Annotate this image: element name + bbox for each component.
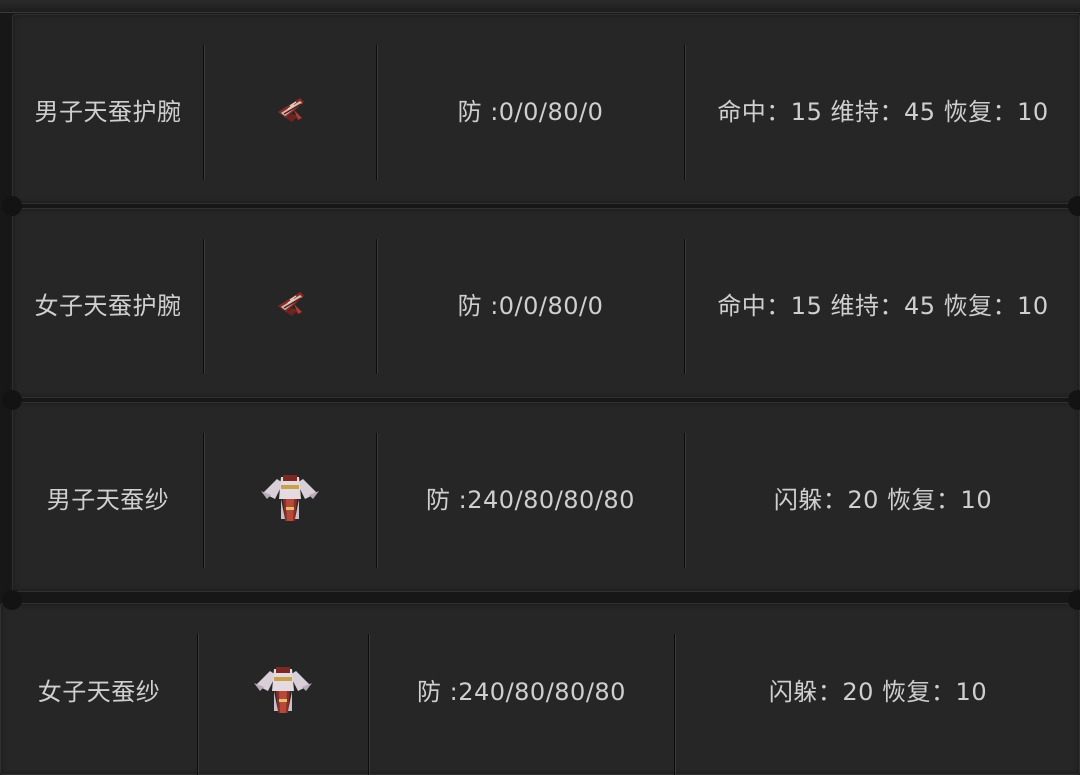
item-name: 女子天蚕纱 (37, 677, 161, 706)
corner-dot (2, 590, 22, 610)
corner-dot (2, 390, 22, 410)
corner-dot (2, 196, 22, 216)
bracer-icon (204, 209, 376, 397)
defense-value: 防 :240/80/80/80 (417, 677, 626, 706)
top-border (0, 0, 1080, 13)
robe-icon (198, 604, 368, 774)
defense-value: 防 :0/0/80/0 (457, 97, 604, 126)
table-row: 女子天蚕护腕 防 :0/0/80/0 命中：15 维持：45 恢复：10 (12, 208, 1080, 398)
defense-value: 防 :240/80/80/80 (426, 485, 635, 514)
item-name: 女子天蚕护腕 (34, 291, 182, 320)
item-name: 男子天蚕纱 (46, 485, 170, 514)
item-name: 男子天蚕护腕 (34, 97, 182, 126)
table-row: 男子天蚕纱 防 :240/80/80/80 闪躲：20 恢复：10 (12, 402, 1080, 592)
defense-value: 防 :0/0/80/0 (457, 291, 604, 320)
attributes-value: 闪躲：20 恢复：10 (773, 485, 993, 514)
table-row: 女子天蚕纱 防 :240/80/80/80 闪躲：20 恢复：10 (0, 603, 1080, 775)
attributes-value: 命中：15 维持：45 恢复：10 (717, 291, 1049, 320)
bracer-icon (204, 15, 376, 203)
robe-icon (204, 403, 376, 591)
attributes-value: 命中：15 维持：45 恢复：10 (717, 97, 1049, 126)
attributes-value: 闪躲：20 恢复：10 (768, 677, 988, 706)
item-table-page: 男子天蚕护腕 防 :0/0/80/0 命中：15 维持：45 恢复：10 女子天… (0, 0, 1080, 775)
table-row: 男子天蚕护腕 防 :0/0/80/0 命中：15 维持：45 恢复：10 (12, 14, 1080, 204)
